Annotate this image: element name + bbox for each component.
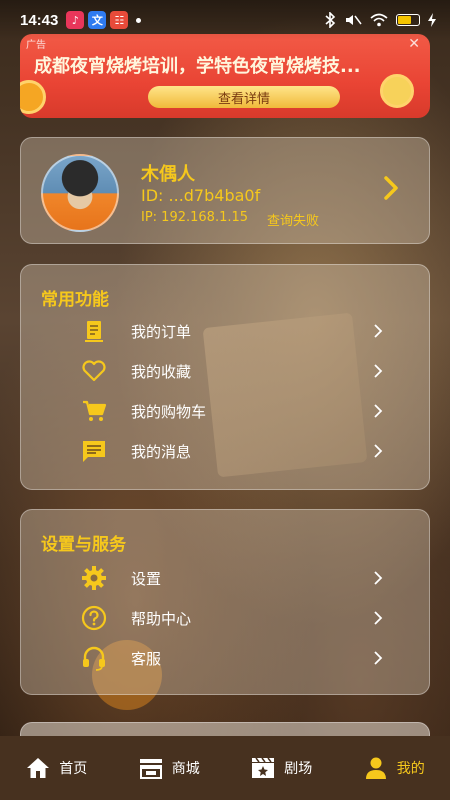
user-icon: [365, 757, 386, 779]
more-notifications-dot: [136, 17, 142, 23]
common-functions-card: 常用功能 我的订单 我的收藏 我的购物车 我的消息: [20, 264, 430, 490]
ip-query-status: 查询失败: [267, 214, 320, 229]
tab-mine[interactable]: 我的: [338, 736, 450, 800]
tab-label: 我的: [396, 761, 425, 777]
status-bar: 14:43 ♪ 文 ☷: [0, 0, 450, 40]
chevron-right-icon: [374, 364, 383, 378]
profile-name: 木偶人: [141, 164, 195, 185]
ad-title: 成都夜宵烧烤培训，学特色夜宵烧烤技...: [34, 56, 361, 77]
mute-icon: [346, 15, 362, 25]
menu-item-orders[interactable]: 我的订单: [21, 313, 429, 349]
menu-item-messages[interactable]: 我的消息: [21, 433, 429, 469]
message-icon: [81, 438, 107, 464]
store-icon: [139, 759, 162, 779]
bottom-tab-bar: 首页 商城 剧场 我的: [0, 736, 450, 800]
music-app-icon: ♪: [66, 11, 85, 29]
ad-view-details-button[interactable]: 查看详情: [148, 86, 340, 108]
tab-store[interactable]: 商城: [113, 736, 226, 800]
cart-icon: [81, 398, 107, 424]
menu-item-label: 我的消息: [131, 442, 192, 461]
chevron-right-icon[interactable]: [377, 174, 405, 202]
profile-card[interactable]: 木偶人 ID: ...d7b4ba0f IP: 192.168.1.15 查询失…: [20, 137, 430, 244]
menu-item-favorites[interactable]: 我的收藏: [21, 353, 429, 389]
menu-item-label: 帮助中心: [131, 609, 192, 628]
heart-icon: [81, 358, 107, 384]
menu-item-cart[interactable]: 我的购物车: [21, 393, 429, 429]
chevron-right-icon: [374, 651, 383, 665]
shopping-app-icon: ☷: [110, 11, 129, 29]
charging-icon: [428, 13, 436, 27]
tab-label: 首页: [59, 761, 88, 777]
bluetooth-icon: [325, 12, 336, 28]
theater-icon: [252, 757, 275, 778]
order-icon: [81, 318, 107, 344]
wifi-icon: [370, 13, 388, 27]
gear-icon: [81, 565, 107, 591]
tab-home[interactable]: 首页: [0, 736, 113, 800]
menu-item-label: 设置: [131, 569, 162, 588]
tab-label: 剧场: [284, 761, 313, 777]
ad-banner[interactable]: 广告 ✕ 成都夜宵烧烤培训，学特色夜宵烧烤技... 查看详情: [20, 34, 430, 118]
ad-decoration-coin: [380, 74, 414, 108]
menu-item-label: 客服: [131, 649, 162, 668]
chevron-right-icon: [374, 571, 383, 585]
settings-services-card: 设置与服务 设置 帮助中心 客服: [20, 509, 430, 695]
menu-item-label: 我的购物车: [131, 402, 207, 421]
system-icons: [324, 12, 436, 28]
section-title-common: 常用功能: [41, 290, 109, 310]
headset-icon: [81, 645, 107, 671]
menu-item-settings[interactable]: 设置: [21, 560, 429, 596]
menu-item-customer-service[interactable]: 客服: [21, 640, 429, 676]
chevron-right-icon: [374, 611, 383, 625]
menu-item-label: 我的收藏: [131, 362, 192, 381]
menu-item-help-center[interactable]: 帮助中心: [21, 600, 429, 636]
avatar[interactable]: [41, 154, 119, 232]
tab-label: 商城: [171, 761, 200, 777]
section-title-services: 设置与服务: [41, 535, 126, 555]
profile-ip: IP: 192.168.1.15: [141, 210, 249, 225]
translate-app-icon: 文: [88, 11, 107, 29]
help-icon: [81, 605, 107, 631]
profile-id: ID: ...d7b4ba0f: [141, 186, 261, 205]
chevron-right-icon: [374, 324, 383, 338]
home-icon: [27, 758, 50, 778]
status-time: 14:43: [20, 11, 59, 29]
menu-item-label: 我的订单: [131, 322, 192, 341]
tab-theater[interactable]: 剧场: [225, 736, 338, 800]
chevron-right-icon: [374, 444, 383, 458]
chevron-right-icon: [374, 404, 383, 418]
notification-icons: ♪ 文 ☷: [66, 11, 142, 29]
battery-icon: [396, 14, 420, 26]
ad-decoration-orange: [20, 80, 46, 114]
